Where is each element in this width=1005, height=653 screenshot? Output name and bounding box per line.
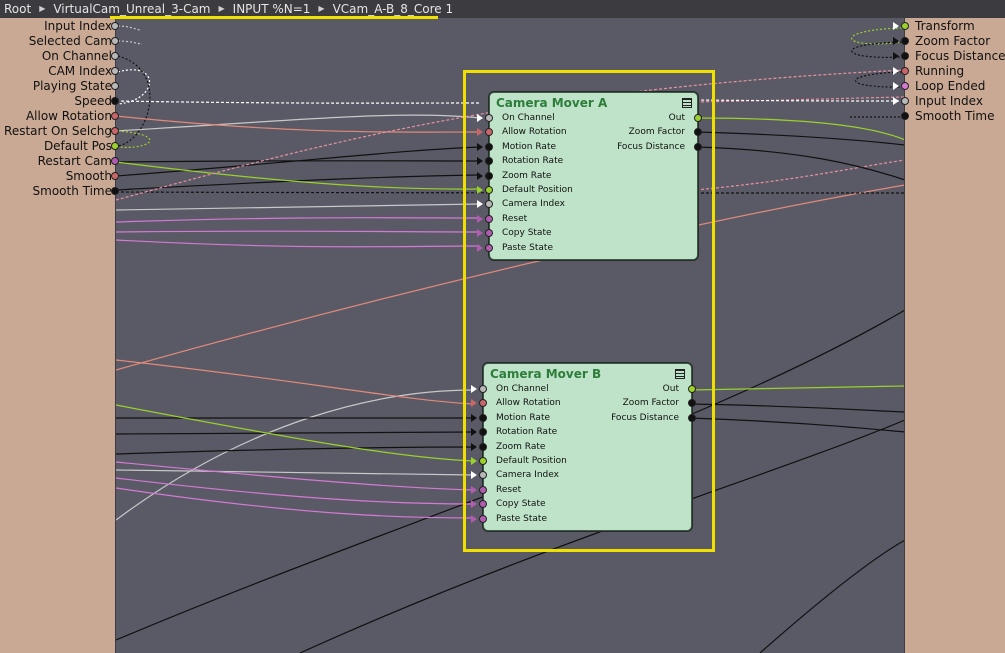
left-port-pin[interactable]: [111, 112, 119, 120]
wire: [117, 40, 143, 45]
arrow-right-icon: [893, 22, 899, 30]
wire: [115, 174, 481, 191]
wire: [115, 115, 481, 133]
wire: [115, 203, 481, 211]
left-port-pin[interactable]: [111, 52, 119, 60]
right-port-running: Running: [915, 64, 965, 78]
left-port-pin[interactable]: [111, 67, 119, 75]
wire: [115, 477, 475, 505]
wire: [695, 99, 906, 102]
left-port-pin[interactable]: [111, 172, 119, 180]
left-port-pin[interactable]: [111, 37, 119, 45]
right-port-pin[interactable]: [901, 82, 909, 90]
left-port-smooth-time: Smooth Time: [32, 184, 112, 198]
right-port-pin[interactable]: [901, 37, 909, 45]
left-port-allow-rotation: Allow Rotation: [25, 109, 112, 123]
wire: [759, 539, 906, 653]
left-port-pin[interactable]: [111, 22, 119, 30]
left-port-on-channel: On Channel: [41, 49, 112, 63]
left-port-playing-state: Playing State: [32, 79, 112, 93]
arrow-right-icon: [893, 52, 899, 60]
wire: [695, 131, 906, 146]
wire: [115, 100, 481, 104]
wire: [115, 217, 481, 223]
wire: [695, 159, 906, 191]
right-port-smooth-time: Smooth Time: [915, 109, 995, 123]
breadcrumb-root[interactable]: Root: [4, 0, 31, 18]
left-port-pin[interactable]: [111, 187, 119, 195]
wire: [115, 461, 475, 491]
selection-highlight: [463, 70, 715, 552]
right-port-pin[interactable]: [901, 97, 909, 105]
left-port-pin[interactable]: [111, 127, 119, 135]
arrow-right-icon: [893, 67, 899, 75]
right-port-focus-distance: Focus Distance: [915, 49, 1005, 63]
arrow-right-icon: [893, 97, 899, 105]
left-port-pin[interactable]: [111, 142, 119, 150]
right-port-pin[interactable]: [901, 52, 909, 60]
wire: [695, 146, 906, 181]
right-port-pin[interactable]: [901, 112, 909, 120]
wire: [115, 359, 475, 405]
wire: [115, 114, 481, 132]
arrow-right-icon: [893, 37, 899, 45]
left-port-selected-cam: Selected Cam: [28, 34, 112, 48]
right-port-input-index: Input Index: [915, 94, 983, 108]
wire: [115, 446, 475, 455]
wire: [117, 25, 141, 31]
wire: [689, 385, 906, 391]
wire: [115, 389, 475, 521]
left-port-pin[interactable]: [111, 82, 119, 90]
left-port-smooth: Smooth: [65, 169, 112, 183]
left-port-default-pos: Default Pos: [43, 139, 112, 153]
left-port-pin[interactable]: [111, 157, 119, 165]
chevron-right-icon: ▶: [39, 4, 46, 13]
left-port-pin[interactable]: [111, 97, 119, 105]
left-port-cam-index: CAM Index: [48, 64, 112, 78]
wire: [115, 230, 481, 233]
left-port-input-index: Input Index: [44, 19, 112, 33]
left-port-restart-cam: Restart Cam: [37, 154, 112, 168]
right-port-pin[interactable]: [901, 22, 909, 30]
wire: [117, 130, 151, 148]
wire: [115, 431, 475, 435]
wire: [115, 239, 481, 248]
left-port-restart-on-selchg: Restart On Selchg: [4, 124, 112, 138]
right-port-transform: Transform: [915, 19, 975, 33]
arrow-right-icon: [893, 82, 899, 90]
wire: [689, 403, 906, 413]
wire: [115, 469, 475, 476]
left-port-speed: Speed: [74, 94, 112, 108]
right-port-loop-ended: Loop Ended: [915, 79, 986, 93]
right-port-zoom-factor: Zoom Factor: [915, 34, 991, 48]
right-port-pin[interactable]: [901, 67, 909, 75]
wire: [689, 417, 906, 433]
highlight-underline: [110, 16, 438, 19]
wire: [115, 160, 481, 163]
